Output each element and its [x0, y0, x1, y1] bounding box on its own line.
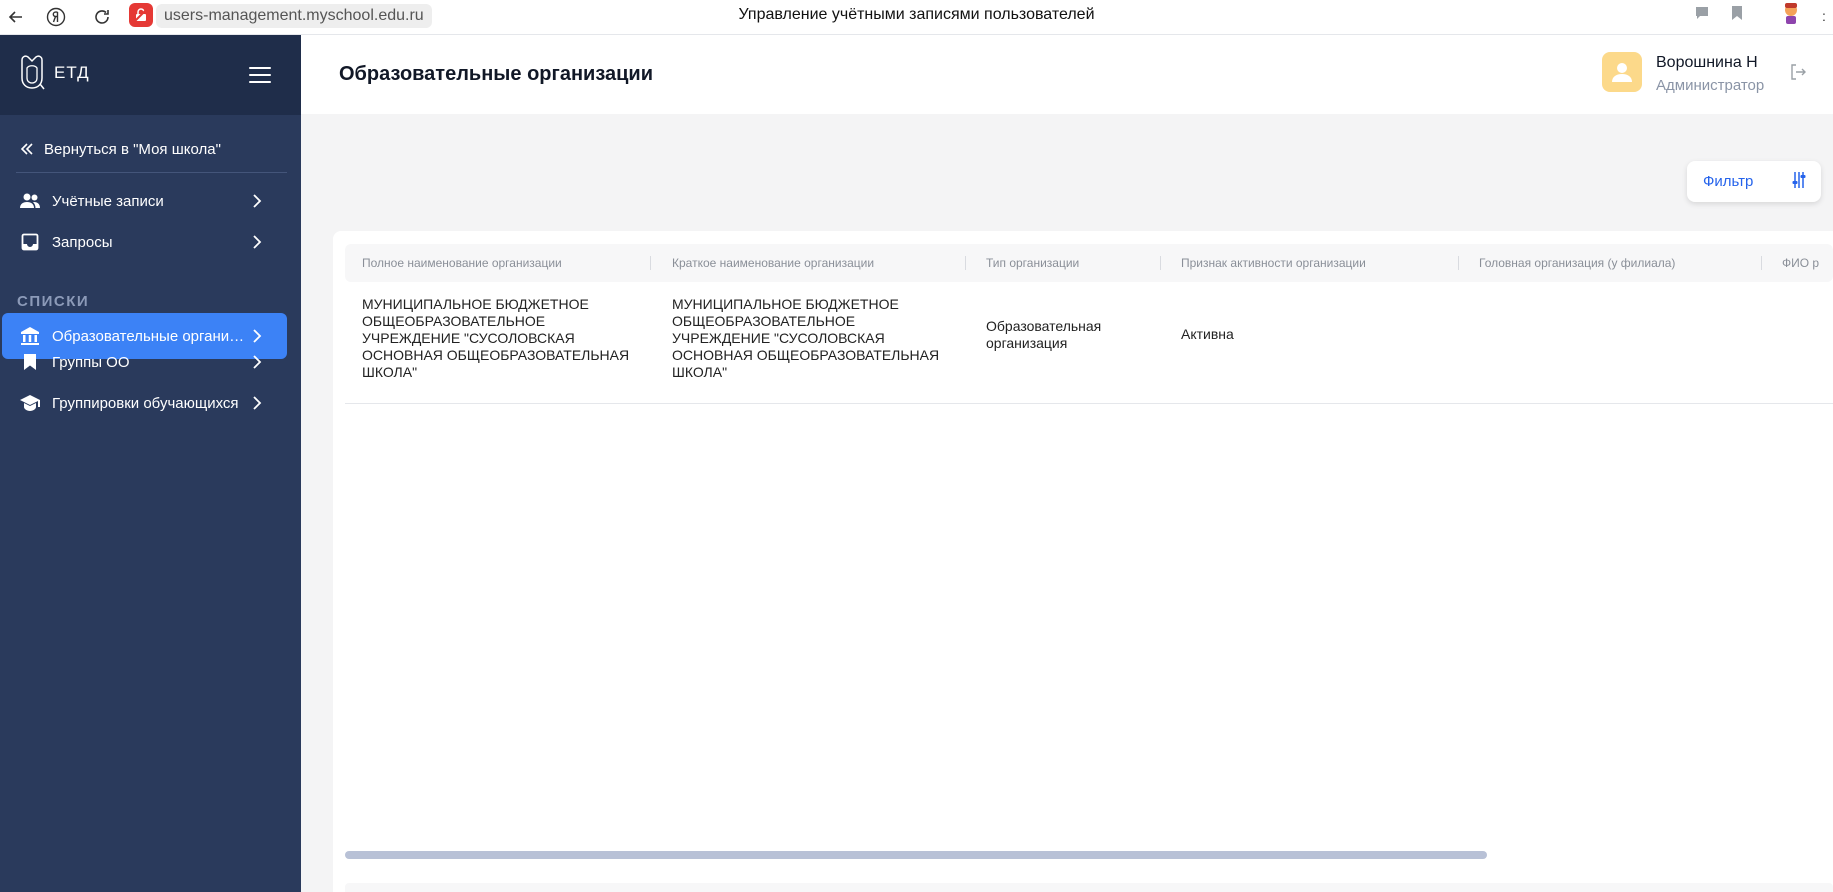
- logo[interactable]: ЕТД: [18, 54, 90, 92]
- column-header[interactable]: Краткое наименование организации: [672, 244, 932, 282]
- app-header: Образовательные организации Ворошнина Н …: [301, 35, 1833, 114]
- organizations-table: Полное наименование организации Краткое …: [333, 231, 1833, 892]
- page-title: Образовательные организации: [339, 63, 654, 85]
- bookmark-icon: [18, 350, 42, 374]
- sidebar-item-accounts[interactable]: Учётные записи: [2, 178, 287, 224]
- horizontal-scrollbar[interactable]: [345, 851, 1487, 859]
- chevron-right-icon: [245, 189, 269, 213]
- sidebar-item-requests[interactable]: Запросы: [2, 219, 287, 265]
- cell-full-name: МУНИЦИПАЛЬНОЕ БЮДЖЕТНОЕ ОБЩЕОБРАЗОВАТЕЛЬ…: [362, 296, 630, 380]
- chevron-right-icon: [245, 230, 269, 254]
- sidebar-divider: [16, 172, 287, 173]
- sidebar-item-label: Запросы: [52, 233, 113, 251]
- inbox-icon: [18, 230, 42, 254]
- table-header: Полное наименование организации Краткое …: [345, 244, 1833, 282]
- users-icon: [18, 189, 42, 213]
- double-chevron-left-icon: [20, 143, 33, 155]
- graduation-cap-icon: [18, 391, 42, 415]
- owl-logo-icon: [21, 55, 45, 90]
- chat-icon[interactable]: [1694, 5, 1710, 26]
- logout-icon[interactable]: [1789, 63, 1809, 83]
- column-header[interactable]: Полное наименование организации: [362, 244, 632, 282]
- table-row[interactable]: МУНИЦИПАЛЬНОЕ БЮДЖЕТНОЕ ОБЩЕОБРАЗОВАТЕЛЬ…: [345, 282, 1833, 404]
- back-link-label: Вернуться в "Моя школа": [44, 140, 221, 158]
- user-role: Администратор: [1656, 77, 1765, 94]
- reload-icon[interactable]: [90, 5, 114, 29]
- column-header[interactable]: ФИО р: [1782, 244, 1833, 282]
- sidebar-item-oo-groups-row[interactable]: Группы ОО: [2, 339, 287, 385]
- bookmark-browser-icon[interactable]: [1730, 5, 1744, 26]
- chevron-right-icon: [245, 391, 269, 415]
- column-separator[interactable]: [1160, 256, 1161, 270]
- back-to-my-school-link[interactable]: Вернуться в "Моя школа": [18, 137, 221, 161]
- chevron-right-icon: [245, 350, 269, 374]
- sidebar-item-student-groupings[interactable]: Группировки обучающихся: [2, 380, 287, 426]
- filter-sliders-icon: [1791, 171, 1807, 193]
- filter-button-label: Фильтр: [1703, 173, 1754, 190]
- sidebar-item-label: Группировки обучающихся: [52, 394, 239, 412]
- user-avatar-icon: [1612, 63, 1632, 82]
- table-footer: [345, 883, 1833, 892]
- column-separator[interactable]: [965, 256, 966, 270]
- yandex-icon[interactable]: [44, 5, 68, 29]
- column-separator[interactable]: [650, 256, 651, 270]
- column-header[interactable]: Головная организация (у филиала): [1479, 244, 1759, 282]
- sidebar-item-label: Группы ОО: [52, 353, 130, 371]
- overflow-menu-icon[interactable]: :: [1822, 8, 1826, 24]
- column-separator[interactable]: [1458, 256, 1459, 270]
- column-header[interactable]: Признак активности организации: [1181, 244, 1441, 282]
- logo-text: ЕТД: [54, 63, 90, 82]
- cell-type: Образовательная организация: [986, 318, 1102, 351]
- address-bar[interactable]: users-management.myschool.edu.ru: [156, 4, 432, 28]
- site-security-icon[interactable]: [129, 3, 153, 27]
- cell-activity: Активна: [1181, 326, 1234, 342]
- profile-emoji-icon[interactable]: [1780, 2, 1802, 31]
- browser-back-icon[interactable]: [4, 5, 28, 29]
- column-separator[interactable]: [1761, 256, 1762, 270]
- sidebar-item-label: Учётные записи: [52, 192, 164, 210]
- filter-button[interactable]: Фильтр: [1687, 161, 1821, 202]
- avatar[interactable]: [1602, 52, 1642, 92]
- browser-toolbar: users-management.myschool.edu.ru Управле…: [0, 0, 1833, 35]
- sidebar-section-title: СПИСКИ: [17, 293, 90, 310]
- menu-burger-icon[interactable]: [247, 63, 273, 87]
- sidebar-header: ЕТД: [0, 35, 301, 115]
- cell-short-name: МУНИЦИПАЛЬНОЕ БЮДЖЕТНОЕ ОБЩЕОБРАЗОВАТЕЛЬ…: [672, 296, 940, 380]
- user-name: Ворошнина Н: [1656, 54, 1758, 71]
- column-header[interactable]: Тип организации: [986, 244, 1146, 282]
- sidebar: ЕТД Вернуться в "Моя школа" Учётные запи…: [0, 35, 301, 892]
